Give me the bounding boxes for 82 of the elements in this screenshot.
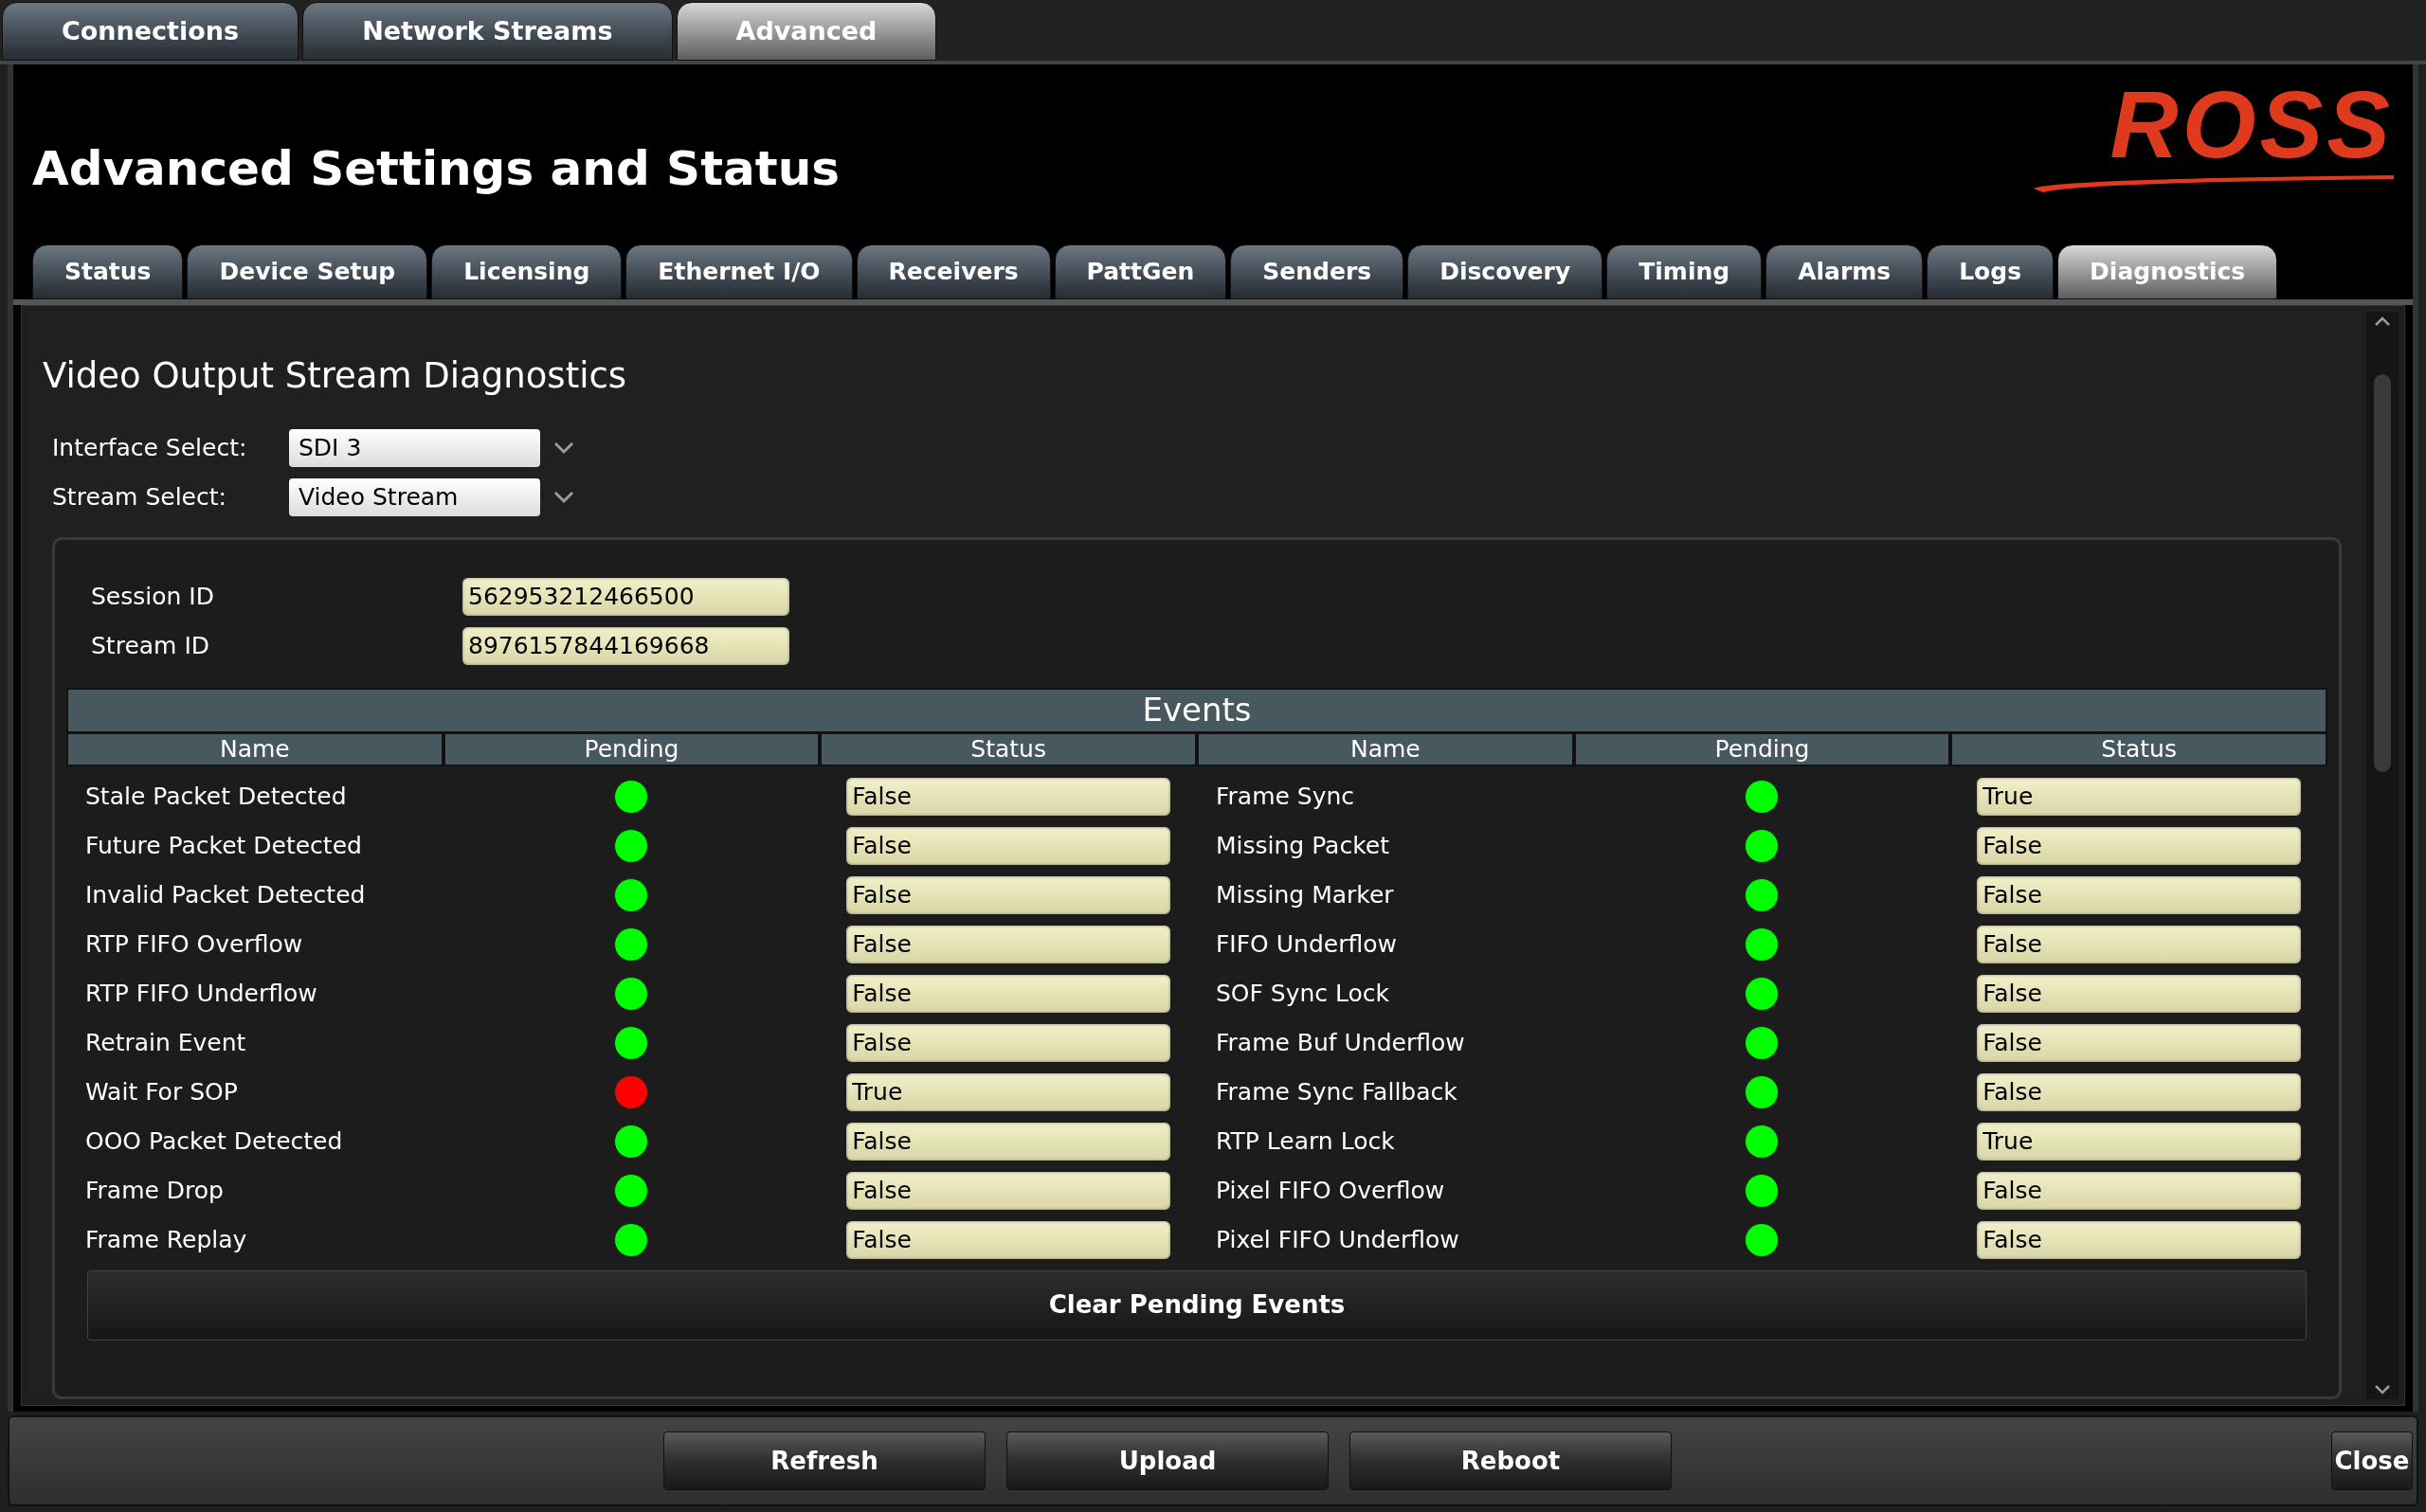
scrollbar-thumb[interactable] [2374,374,2391,772]
scrollbar[interactable] [2366,312,2399,1399]
tab[interactable]: Status [32,244,184,299]
value-field: False [846,826,1171,865]
field-label: Stream Select: [52,481,227,513]
page-title: Advanced Settings and Status [32,139,841,198]
value-field: 8976157844169668 [462,626,789,665]
value-field: True [846,1072,1171,1111]
column-header: Status [822,733,1195,765]
value-field: 562953212466500 [462,577,789,616]
value-field: False [846,777,1171,816]
dropdown[interactable]: Video Stream [289,477,540,516]
event-name: Invalid Packet Detected [84,879,367,910]
event-name: OOO Packet Detected [84,1125,344,1157]
value-field: False [846,974,1171,1013]
tab[interactable]: Timing [1606,244,1763,299]
value-field: True [1977,1122,2302,1161]
value-field: False [1977,1171,2302,1210]
value-field: True [1977,777,2302,816]
chevron-down-icon[interactable] [553,441,574,455]
event-name: RTP FIFO Overflow [84,928,304,960]
event-name: Stale Packet Detected [84,781,348,812]
value-field: False [1977,925,2302,963]
tab[interactable]: Alarms [1765,244,1924,299]
logo: ROSS [2034,77,2394,194]
value-field: False [846,1122,1171,1161]
event-name: Frame Buf Underflow [1215,1027,1466,1058]
value-field: False [846,875,1171,914]
field-label: Interface Select: [52,432,248,463]
event-name: RTP Learn Lock [1215,1125,1396,1157]
event-name: Missing Packet [1215,830,1390,861]
tab[interactable]: Discovery [1407,244,1603,299]
value-field: False [1977,1220,2302,1259]
value-field: False [846,1171,1171,1210]
event-name: Frame Replay [84,1224,248,1255]
value-field: False [846,1220,1171,1259]
scroll-up-icon[interactable] [2374,315,2391,327]
event-name: SOF Sync Lock [1215,978,1391,1009]
scroll-down-icon[interactable] [2374,1384,2391,1395]
event-name: Retrain Event [84,1027,247,1058]
column-header: Status [1952,733,2326,765]
event-name: Future Packet Detected [84,830,363,861]
column-header: Pending [444,733,819,765]
table-title: Events [68,689,2326,731]
tab[interactable]: PattGen [1054,244,1227,299]
column-header: Pending [1575,733,1949,765]
footer-button[interactable]: Refresh [663,1431,986,1490]
tab[interactable]: Senders [1230,244,1404,299]
tab[interactable]: Receivers [856,244,1051,299]
tab[interactable]: Logs [1927,244,2055,299]
event-name: Frame Sync [1215,781,1356,812]
field-label: Session ID [91,581,215,612]
tab[interactable]: Licensing [431,244,623,299]
field-label: Stream ID [91,630,211,661]
tab[interactable]: Device Setup [187,244,428,299]
footer-button[interactable]: Upload [1006,1431,1329,1490]
clear-pending-events-button[interactable]: Clear Pending Events [87,1269,2307,1341]
event-name: FIFO Underflow [1215,928,1398,960]
value-field: False [1977,1023,2302,1062]
value-field: False [846,1023,1171,1062]
chevron-down-icon[interactable] [553,490,574,504]
event-name: Pixel FIFO Overflow [1215,1175,1446,1206]
value-field: False [1977,1072,2302,1111]
event-name: Pixel FIFO Underflow [1215,1224,1460,1255]
value-field: False [846,925,1171,963]
tab[interactable]: Connections [2,2,299,61]
event-name: Missing Marker [1215,879,1395,910]
column-header: Name [1199,733,1572,765]
value-field: False [1977,974,2302,1013]
footer-button[interactable]: Reboot [1349,1431,1672,1490]
tab[interactable]: Ethernet I/O [625,244,853,299]
value-field: False [1977,875,2302,914]
event-name: Wait For SOP [84,1076,239,1107]
event-name: Frame Sync Fallback [1215,1076,1458,1107]
dropdown[interactable]: SDI 3 [289,428,540,467]
close-button[interactable]: Close [2331,1431,2413,1490]
event-name: RTP FIFO Underflow [84,978,318,1009]
section-title: Video Output Stream Diagnostics [43,354,627,398]
column-header: Name [68,733,442,765]
event-name: Frame Drop [84,1175,225,1206]
tab[interactable]: Network Streams [302,2,673,61]
value-field: False [1977,826,2302,865]
